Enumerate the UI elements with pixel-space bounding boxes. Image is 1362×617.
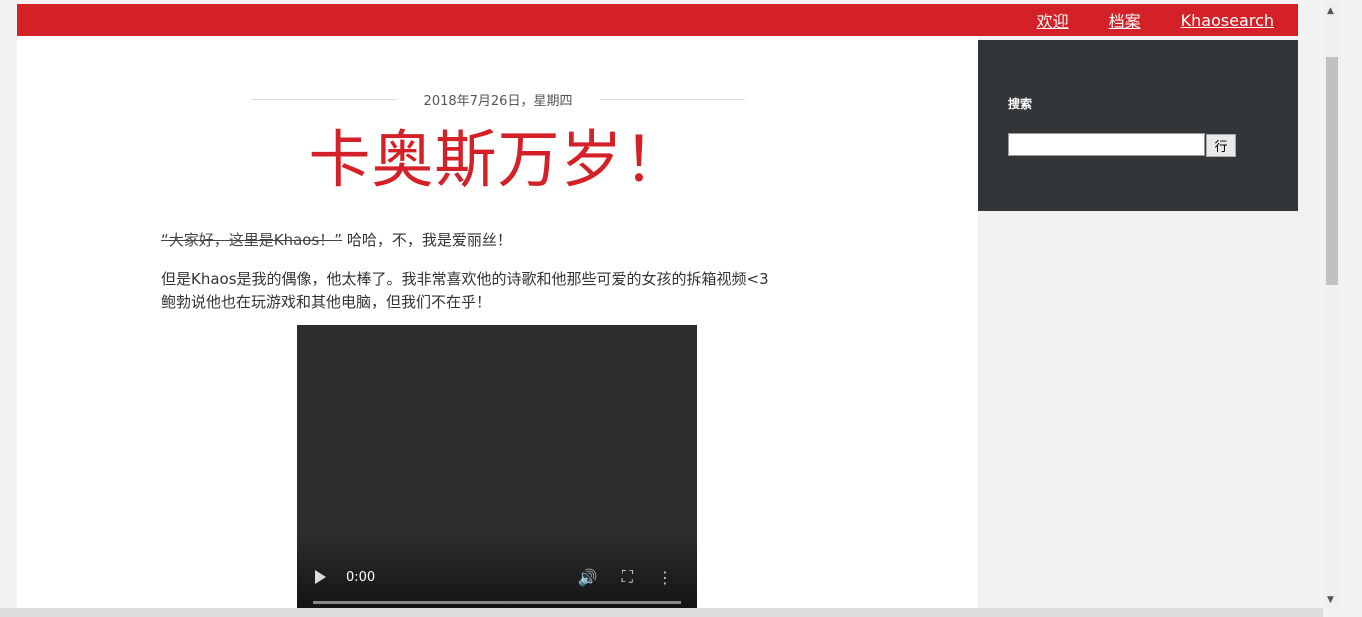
sidebar-search-widget: 搜索 行 bbox=[978, 40, 1298, 211]
post-date: 2018年7月26日，星期四 bbox=[423, 93, 573, 109]
paragraph-1-text: 哈哈，不，我是爱丽丝！ bbox=[342, 231, 512, 249]
search-input[interactable] bbox=[1008, 133, 1205, 156]
widget-title: 搜索 bbox=[1008, 97, 1033, 111]
scroll-up-icon[interactable]: ▲ bbox=[1327, 6, 1334, 16]
video-controls: 0:00 🔊 ⛶ ⋮ bbox=[297, 560, 697, 594]
divider-left bbox=[251, 98, 396, 100]
post-date-row: 2018年7月26日，星期四 bbox=[251, 90, 745, 109]
paragraph-1: “大家好，这里是Khaos！” 哈哈，不，我是爱丽丝！ bbox=[161, 229, 841, 252]
main-content: 2018年7月26日，星期四 卡奥斯万岁！ “大家好，这里是Khaos！” 哈哈… bbox=[17, 36, 978, 608]
strikethrough-text: “大家好，这里是Khaos！” bbox=[161, 231, 343, 249]
scroll-down-icon[interactable]: ▼ bbox=[1327, 595, 1334, 605]
more-options-icon[interactable]: ⋮ bbox=[657, 568, 673, 587]
fullscreen-icon[interactable]: ⛶ bbox=[622, 567, 633, 587]
vertical-scrollbar[interactable]: ▲ ▼ bbox=[1323, 0, 1341, 609]
nav-link-welcome[interactable]: 欢迎 bbox=[1037, 8, 1069, 32]
bottom-edge bbox=[0, 608, 1323, 617]
play-icon[interactable] bbox=[315, 570, 326, 584]
post-title: 卡奥斯万岁！ bbox=[308, 123, 687, 196]
video-progress-bar[interactable] bbox=[313, 601, 681, 604]
video-player[interactable]: 0:00 🔊 ⛶ ⋮ bbox=[297, 325, 697, 608]
paragraph-2-line-1: 但是Khaos是我的偶像，他太棒了。我非常喜欢他的诗歌和他那些可爱的女孩的拆箱视… bbox=[161, 270, 769, 288]
volume-icon[interactable]: 🔊 bbox=[578, 568, 598, 587]
top-nav-bar: 欢迎 档案 Khaosearch bbox=[17, 4, 1298, 36]
divider-right bbox=[600, 98, 745, 100]
search-submit-button[interactable]: 行 bbox=[1206, 134, 1236, 157]
paragraph-2: 但是Khaos是我的偶像，他太棒了。我非常喜欢他的诗歌和他那些可爱的女孩的拆箱视… bbox=[161, 268, 841, 314]
video-time: 0:00 bbox=[346, 569, 376, 585]
post-body: “大家好，这里是Khaos！” 哈哈，不，我是爱丽丝！ 但是Khaos是我的偶像… bbox=[161, 229, 841, 314]
scrollbar-thumb[interactable] bbox=[1326, 57, 1338, 285]
nav-link-archive[interactable]: 档案 bbox=[1109, 8, 1141, 32]
paragraph-2-line-2: 鲍勃说他也在玩游戏和其他电脑，但我们不在乎！ bbox=[161, 293, 492, 311]
nav-link-khaosearch[interactable]: Khaosearch bbox=[1181, 11, 1274, 30]
